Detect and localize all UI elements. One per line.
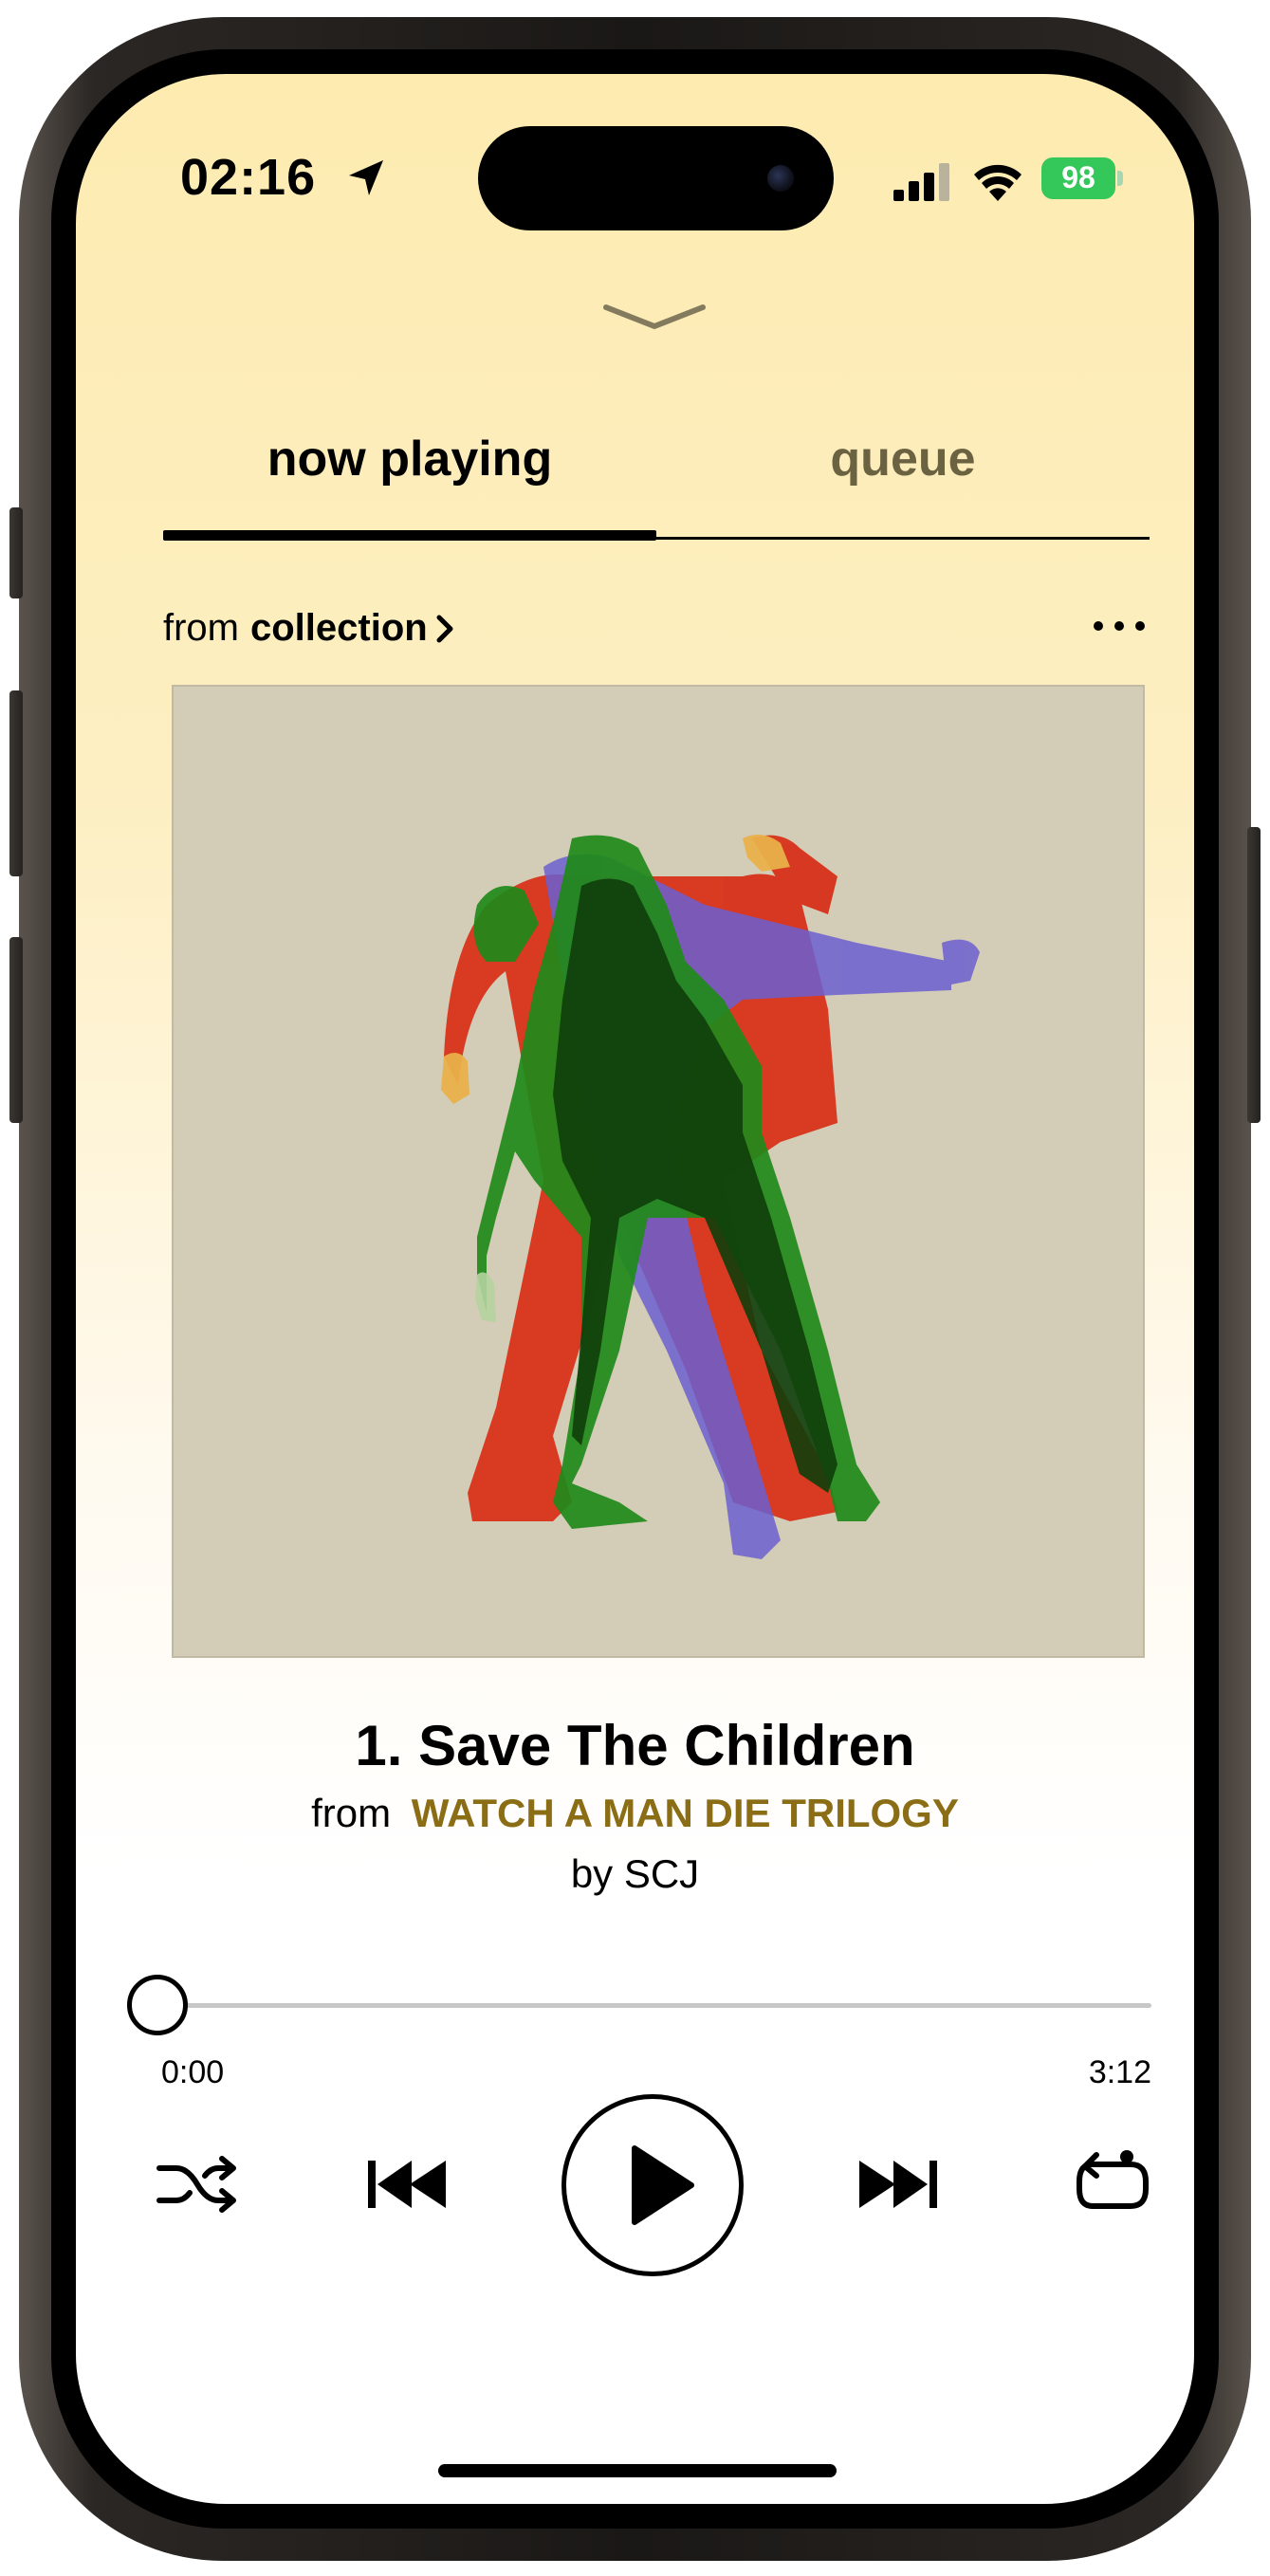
dynamic-island [478, 126, 834, 230]
next-track-button[interactable] [850, 2153, 941, 2216]
track-title: 1. Save The Children [355, 1714, 915, 1777]
source-name: collection [250, 607, 428, 649]
album-line: from WATCH A MAN DIE TRILOGY [76, 1791, 1194, 1836]
screen: 02:16 98 now playing queue from collecti… [76, 74, 1194, 2504]
source-link[interactable]: from collection [163, 607, 456, 650]
progress-track[interactable] [161, 2003, 1151, 2008]
more-options-icon[interactable] [1091, 618, 1148, 634]
cellular-signal-icon [893, 163, 949, 201]
total-duration: 3:12 [1088, 2054, 1151, 2090]
status-time: 02:16 [180, 149, 317, 206]
front-camera [767, 165, 794, 192]
play-icon [632, 2145, 694, 2225]
tab-now-playing[interactable]: now playing [163, 431, 656, 488]
previous-track-button[interactable] [364, 2153, 455, 2216]
shuffle-button[interactable] [156, 2151, 241, 2217]
chevron-right-icon [436, 615, 453, 642]
source-prefix: from [163, 607, 239, 649]
album-artwork [172, 685, 1145, 1658]
location-arrow-icon [349, 160, 383, 195]
repeat-button[interactable] [1072, 2147, 1153, 2217]
phone-bezel: 02:16 98 now playing queue from collecti… [51, 49, 1219, 2529]
active-tab-indicator [163, 530, 656, 541]
artist-link[interactable]: by SCJ [76, 1851, 1194, 1897]
dismiss-chevron-icon[interactable] [602, 302, 707, 332]
album-prefix: from [311, 1791, 392, 1835]
tab-queue[interactable]: queue [656, 431, 1150, 488]
repeat-icon [1077, 2150, 1149, 2209]
wifi-icon [974, 164, 1022, 201]
play-button[interactable] [561, 2094, 744, 2276]
battery-percent: 98 [1061, 160, 1095, 194]
album-link[interactable]: WATCH A MAN DIE TRILOGY [412, 1791, 959, 1835]
progress-thumb[interactable] [127, 1975, 188, 2035]
phone-frame-inner: 02:16 98 now playing queue from collecti… [19, 17, 1251, 2561]
next-track-icon [859, 2161, 937, 2208]
shuffle-icon [156, 2156, 236, 2213]
previous-track-icon [368, 2161, 446, 2208]
home-indicator[interactable] [438, 2464, 837, 2477]
elapsed-time: 0:00 [161, 2054, 225, 2090]
battery-charging-icon: 98 [1041, 157, 1123, 199]
